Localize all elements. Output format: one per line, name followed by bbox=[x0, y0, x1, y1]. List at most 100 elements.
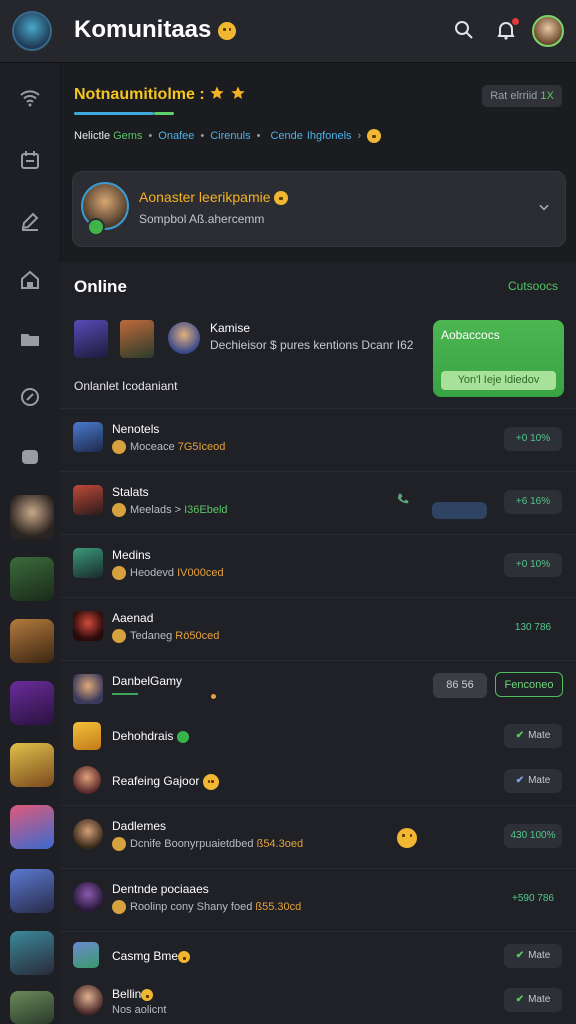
app-title: Komunitaas bbox=[74, 16, 237, 44]
main-content: Notnaumitiolme : Rat elrriid 1X Nelictle… bbox=[60, 63, 576, 1024]
rating-pill[interactable]: Rat elrriid 1X bbox=[482, 85, 562, 107]
list-item[interactable]: Aaenad Tedaneg Rö50ced 130 786 bbox=[60, 597, 576, 660]
row-chip[interactable]: 86 56 bbox=[433, 673, 487, 698]
edit-icon[interactable] bbox=[18, 209, 42, 233]
tab-underline-accent bbox=[154, 112, 174, 115]
list-item[interactable]: Medins Heodevd IV000ced +0 10% bbox=[60, 534, 576, 597]
list-item[interactable]: Stalats Meelads > I36Ebeld +6 16% bbox=[60, 471, 576, 534]
row-badge: +0 10% bbox=[504, 553, 562, 577]
breadcrumb: Nelictle Gems • Onafee • Cirenuls • Cende Ihgfon… bbox=[74, 129, 387, 143]
row-badge[interactable]: ✔ Mate bbox=[504, 988, 562, 1012]
check-icon: ✔ bbox=[515, 950, 525, 961]
list-item[interactable]: Bellin Nos aolicnt ✔ Mate bbox=[60, 978, 576, 1024]
list-item[interactable]: Nenotels Moceace 7G5Iceod +0 10% bbox=[60, 408, 576, 471]
list-item[interactable]: Dentnde pociaaes Roolinp cony Shany foed… bbox=[60, 868, 576, 931]
row-badge: +0 10% bbox=[504, 427, 562, 451]
sidebar-thumb-3[interactable] bbox=[10, 619, 54, 663]
wifi-icon[interactable] bbox=[18, 85, 42, 109]
online-avatar-2[interactable] bbox=[120, 320, 154, 358]
smile-emoji-icon bbox=[202, 774, 219, 790]
app-avatar[interactable] bbox=[12, 11, 52, 51]
link-icon[interactable] bbox=[18, 385, 42, 409]
featured-title: Aonaster leerikpamie bbox=[139, 189, 289, 206]
row-action-button[interactable]: Fenconeo bbox=[495, 672, 563, 697]
smile-emoji-icon bbox=[367, 129, 382, 143]
folder-icon[interactable] bbox=[18, 327, 42, 351]
smile-emoji-icon bbox=[397, 828, 417, 848]
list-item[interactable]: Casmg Bme ✔ Mate bbox=[60, 931, 576, 979]
online-avatar-3[interactable] bbox=[168, 322, 200, 354]
featured-title-text: Aonaster leerikpamie bbox=[139, 189, 271, 205]
list-item[interactable]: Dehohdrais ✔ Mate bbox=[60, 714, 576, 758]
breadcrumb-item[interactable]: Onafee bbox=[158, 130, 194, 142]
rating-pill-value: 1X bbox=[540, 90, 554, 102]
home-icon[interactable] bbox=[18, 268, 42, 292]
sidebar-thumb-4[interactable] bbox=[10, 681, 54, 725]
row-icon bbox=[73, 985, 103, 1015]
smile-emoji-icon bbox=[178, 950, 191, 963]
row-badge[interactable]: ✔ Mate bbox=[504, 944, 562, 968]
breadcrumb-item[interactable]: Cirenuls bbox=[210, 130, 250, 142]
chat-icon[interactable] bbox=[18, 445, 42, 469]
list-item[interactable]: DanbelGamy 86 56 Fenconeo bbox=[60, 660, 576, 715]
row-icon bbox=[73, 722, 101, 750]
row-badge[interactable]: ✔ Mate bbox=[504, 724, 562, 748]
app-title-text: Komunitaas bbox=[74, 16, 212, 43]
chevron-down-icon[interactable] bbox=[537, 200, 551, 214]
calendar-icon[interactable] bbox=[18, 148, 42, 172]
row-sub: Heodevd IV000ced bbox=[112, 566, 224, 580]
row-sub: Moceace 7G5Iceod bbox=[112, 440, 225, 454]
row-icon bbox=[73, 766, 101, 794]
row-name: DanbelGamy bbox=[112, 674, 183, 688]
row-badge: 430 100% bbox=[504, 824, 562, 848]
row-badge[interactable]: ✔ Mate bbox=[504, 769, 562, 793]
row-badge: +6 16% bbox=[504, 490, 562, 514]
star-icon bbox=[210, 86, 224, 99]
breadcrumb-item[interactable]: Nelictle bbox=[74, 130, 110, 142]
search-icon[interactable] bbox=[452, 18, 476, 42]
rating-pill-label: Rat elrriid bbox=[490, 90, 538, 102]
promo-card: Aobaccocs Yon'l Ieje ldiedov bbox=[433, 320, 564, 397]
row-name: Bellin bbox=[112, 987, 154, 1001]
sidebar-thumb-2[interactable] bbox=[10, 557, 54, 601]
row-name: Dehohdrais bbox=[112, 729, 190, 743]
row-sub: Nos aolicnt bbox=[112, 1004, 167, 1016]
smile-emoji-icon bbox=[141, 988, 154, 1001]
online-title: Online bbox=[74, 277, 127, 296]
phone-icon[interactable] bbox=[396, 492, 410, 506]
user-avatar[interactable] bbox=[532, 15, 564, 47]
row-badge: +590 786 bbox=[512, 893, 554, 904]
row-dot bbox=[211, 694, 216, 699]
list-item[interactable]: Dadlemes Dcnife Boonyrpuaietdbed ß54.3oe… bbox=[60, 805, 576, 868]
promo-button[interactable]: Yon'l Ieje ldiedov bbox=[441, 371, 556, 390]
row-name: Dentnde pociaaes bbox=[112, 882, 209, 896]
sidebar-thumb-7[interactable] bbox=[10, 869, 54, 913]
row-icon bbox=[73, 485, 103, 515]
sidebar-thumb-9[interactable] bbox=[10, 991, 54, 1024]
online-avatar-1[interactable] bbox=[74, 320, 108, 358]
row-name: Aaenad bbox=[112, 611, 154, 625]
breadcrumb-item[interactable]: Gems bbox=[113, 130, 142, 142]
row-name: Casmg Bme bbox=[112, 949, 191, 963]
star-icon bbox=[230, 86, 245, 99]
online-panel: Online Cutsoocs Kamise Dechieisor $ pure… bbox=[60, 262, 576, 1024]
section-title-text: Notnaumitiolme : bbox=[74, 86, 205, 103]
row-icon bbox=[73, 548, 103, 578]
breadcrumb-item[interactable]: Cende bbox=[270, 130, 302, 142]
sidebar-thumb-6[interactable] bbox=[10, 805, 54, 849]
smile-emoji-icon bbox=[218, 21, 237, 40]
sidebar-thumb-8[interactable] bbox=[10, 931, 54, 975]
sidebar-thumb-5[interactable] bbox=[10, 743, 54, 787]
breadcrumb-item[interactable]: Ihgfonels bbox=[307, 130, 352, 142]
check-icon: ✔ bbox=[515, 775, 525, 786]
row-name: Reafeing Gajoor bbox=[112, 774, 219, 790]
progress-chip bbox=[432, 502, 487, 519]
row-icon bbox=[73, 422, 103, 452]
online-link[interactable]: Cutsoocs bbox=[508, 279, 558, 293]
row-name: Medins bbox=[112, 548, 151, 562]
sidebar-thumb-1[interactable] bbox=[10, 495, 54, 539]
featured-user-card[interactable]: Aonaster leerikpamie Sompbol Aß.ahercemm bbox=[72, 171, 566, 247]
online-badge bbox=[87, 218, 105, 236]
row-sub: Meelads > I36Ebeld bbox=[112, 503, 228, 517]
list-item[interactable]: Reafeing Gajoor ✔ Mate bbox=[60, 758, 576, 805]
